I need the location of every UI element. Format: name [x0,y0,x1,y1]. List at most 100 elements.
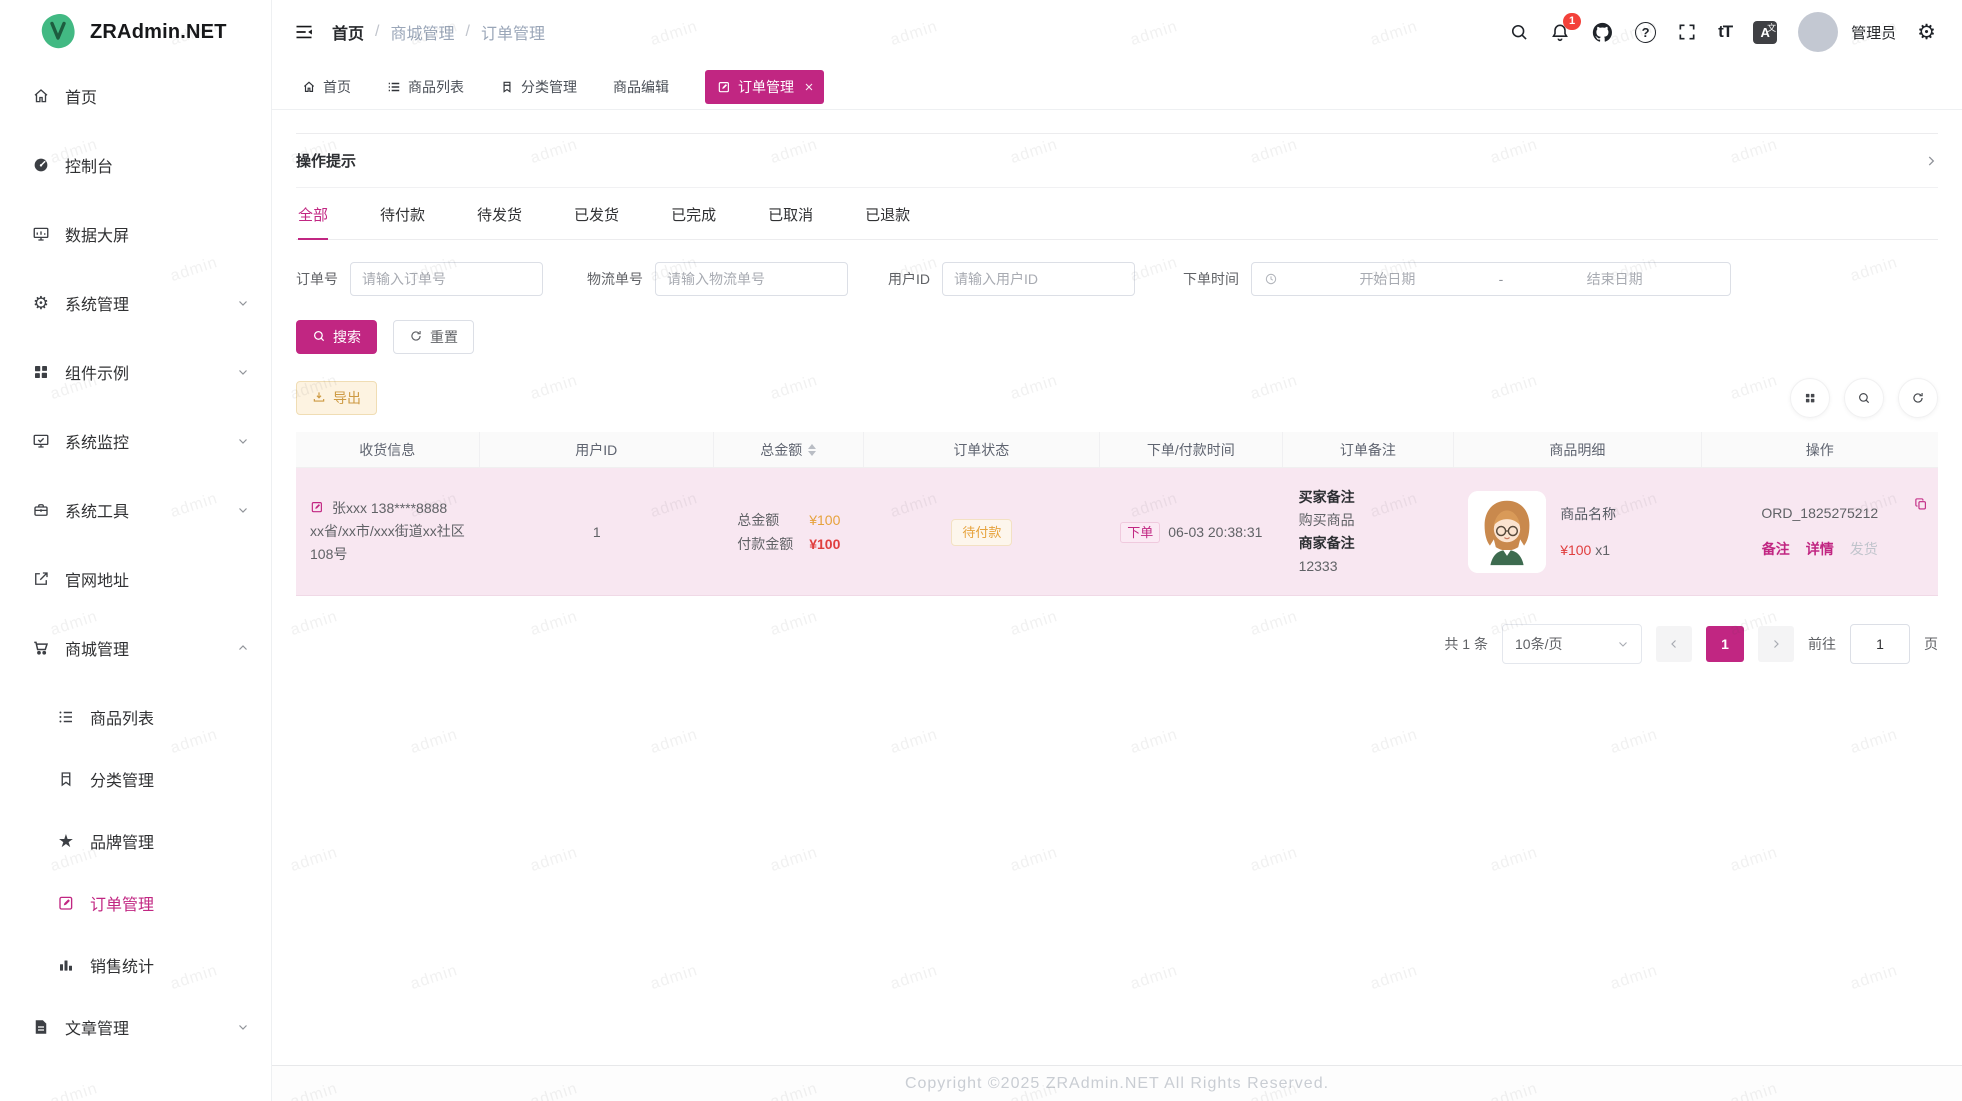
orders-table: 收货信息 用户ID 总金额 订单状态 下单/付款时间 订单备注 商品明细 操作 [296,432,1938,596]
operation-tips[interactable]: 操作提示 [296,134,1938,188]
notification-bell-icon[interactable]: 1 [1550,22,1570,42]
help-icon[interactable]: ? [1635,22,1656,43]
date-range-picker[interactable]: 开始日期 - 结束日期 [1251,262,1731,296]
product-cell: 商品名称 ¥100 x1 [1454,483,1701,581]
status-tab-completed[interactable]: 已完成 [671,204,716,239]
product-name: 商品名称 [1560,504,1616,524]
export-button-label: 导出 [333,388,361,408]
status-cell: 待付款 [864,514,1100,549]
goto-unit: 页 [1924,634,1938,654]
chevron-right-icon[interactable] [1924,154,1938,168]
export-button[interactable]: 导出 [296,381,377,415]
sidebar-item-brand-management[interactable]: ★ 品牌管理 [0,815,271,867]
home-icon [30,87,52,105]
main-area: 首页 / 商城管理 / 订单管理 1 ? tT A 文 [272,0,1962,1101]
fullscreen-icon[interactable] [1677,22,1697,42]
sidebar-item-label: 品牌管理 [90,829,154,853]
page-number-1[interactable]: 1 [1706,626,1744,662]
chevron-down-icon [237,1021,249,1033]
consignee-name-phone: 张xxx 138****8888 [332,497,447,520]
app-logo[interactable]: ZRAdmin.NET [0,0,271,64]
prev-page-button[interactable] [1656,626,1692,662]
time-tag: 下单 [1120,522,1160,543]
status-tab-pending-payment[interactable]: 待付款 [380,204,425,239]
status-tab-pending-shipment[interactable]: 待发货 [477,204,522,239]
shipping-no-input[interactable] [655,262,848,296]
order-time-value: 06-03 20:38:31 [1168,524,1262,540]
sidebar-item-label: 销售统计 [90,953,154,977]
tab-product-list[interactable]: 商品列表 [387,77,464,97]
product-qty: x1 [1595,542,1610,558]
sidebar-item-label: 文章管理 [65,1015,129,1039]
refresh-table-button[interactable] [1898,378,1938,418]
sidebar-item-official-site[interactable]: 官网地址 [0,553,271,605]
ship-action-link[interactable]: 发货 [1850,539,1878,559]
sidebar-item-mall-management[interactable]: 商城管理 [0,622,271,674]
github-icon[interactable] [1591,21,1614,44]
reset-button[interactable]: 重置 [393,320,474,354]
user-id-input[interactable] [942,262,1135,296]
paid-value: ¥100 [809,536,840,552]
close-icon[interactable] [803,81,815,93]
sidebar-item-category-management[interactable]: 分类管理 [0,753,271,805]
goto-page-input[interactable] [1850,624,1910,664]
status-tab-all[interactable]: 全部 [298,204,328,240]
edit-address-icon[interactable] [310,500,324,514]
pagination: 共 1 条 10条/页 1 前往 页 [296,624,1938,664]
detail-action-link[interactable]: 详情 [1806,539,1834,559]
order-no-input[interactable] [350,262,543,296]
sidebar-item-product-list[interactable]: 商品列表 [0,691,271,743]
edit-icon [717,80,731,94]
username[interactable]: 管理员 [1851,22,1896,43]
sidebar-item-sales-statistics[interactable]: 销售统计 [0,939,271,991]
header-actions: 操作 [1702,432,1938,467]
header-consignee: 收货信息 [296,432,480,467]
breadcrumb-separator: / [375,23,379,41]
search-button[interactable]: 搜索 [296,320,377,354]
sort-carets-icon[interactable] [808,444,816,456]
tab-label: 分类管理 [521,77,577,97]
buyer-remark-label: 买家备注 [1299,486,1449,509]
column-settings-button[interactable] [1790,378,1830,418]
order-no-field: 订单号 [296,262,543,296]
chevron-up-icon [237,642,249,654]
sidebar-item-console[interactable]: 控制台 [0,139,271,191]
copy-icon[interactable] [1914,497,1928,511]
next-page-button[interactable] [1758,626,1794,662]
settings-gear-icon[interactable]: ⚙ [1917,20,1936,45]
sidebar-item-component-examples[interactable]: 组件示例 [0,346,271,398]
grid-icon [30,363,52,381]
breadcrumb-separator: / [465,23,469,41]
sidebar-item-home[interactable]: 首页 [0,70,271,122]
tab-order-management[interactable]: 订单管理 [705,70,824,104]
breadcrumb-home[interactable]: 首页 [332,20,364,44]
header-total-amount[interactable]: 总金额 [714,432,864,467]
status-tab-shipped[interactable]: 已发货 [574,204,619,239]
search-icon[interactable] [1509,22,1529,42]
sidebar-item-system-management[interactable]: ⚙ 系统管理 [0,277,271,329]
home-icon [302,80,316,94]
avatar[interactable] [1798,12,1838,52]
page-tabs: 首页 商品列表 分类管理 商品编辑 订单管理 [272,64,1962,110]
toggle-search-button[interactable] [1844,378,1884,418]
order-management-page: adminadminadminadminadminadminadminadmin… [0,0,1962,1101]
tab-product-edit[interactable]: 商品编辑 [613,77,669,97]
sidebar-item-label: 组件示例 [65,360,129,384]
sidebar-item-data-screen[interactable]: 数据大屏 [0,208,271,260]
sidebar-item-system-monitor[interactable]: 系统监控 [0,415,271,467]
chevron-down-icon [237,297,249,309]
language-icon[interactable]: A 文 [1753,21,1777,44]
sidebar-item-article-management[interactable]: 文章管理 [0,1001,271,1053]
tab-home[interactable]: 首页 [302,77,351,97]
sidebar-collapse-button[interactable] [294,22,314,42]
gear-icon: ⚙ [30,294,52,312]
remark-action-link[interactable]: 备注 [1762,539,1790,559]
tab-category-management[interactable]: 分类管理 [500,77,577,97]
sidebar-item-order-management[interactable]: 订单管理 [0,877,271,929]
page-size-select[interactable]: 10条/页 [1502,624,1642,664]
sidebar-item-system-tools[interactable]: 系统工具 [0,484,271,536]
font-size-icon[interactable]: tT [1718,22,1732,42]
status-tab-cancelled[interactable]: 已取消 [768,204,813,239]
topbar: 首页 / 商城管理 / 订单管理 1 ? tT A 文 [272,0,1962,64]
status-tab-refunded[interactable]: 已退款 [865,204,910,239]
